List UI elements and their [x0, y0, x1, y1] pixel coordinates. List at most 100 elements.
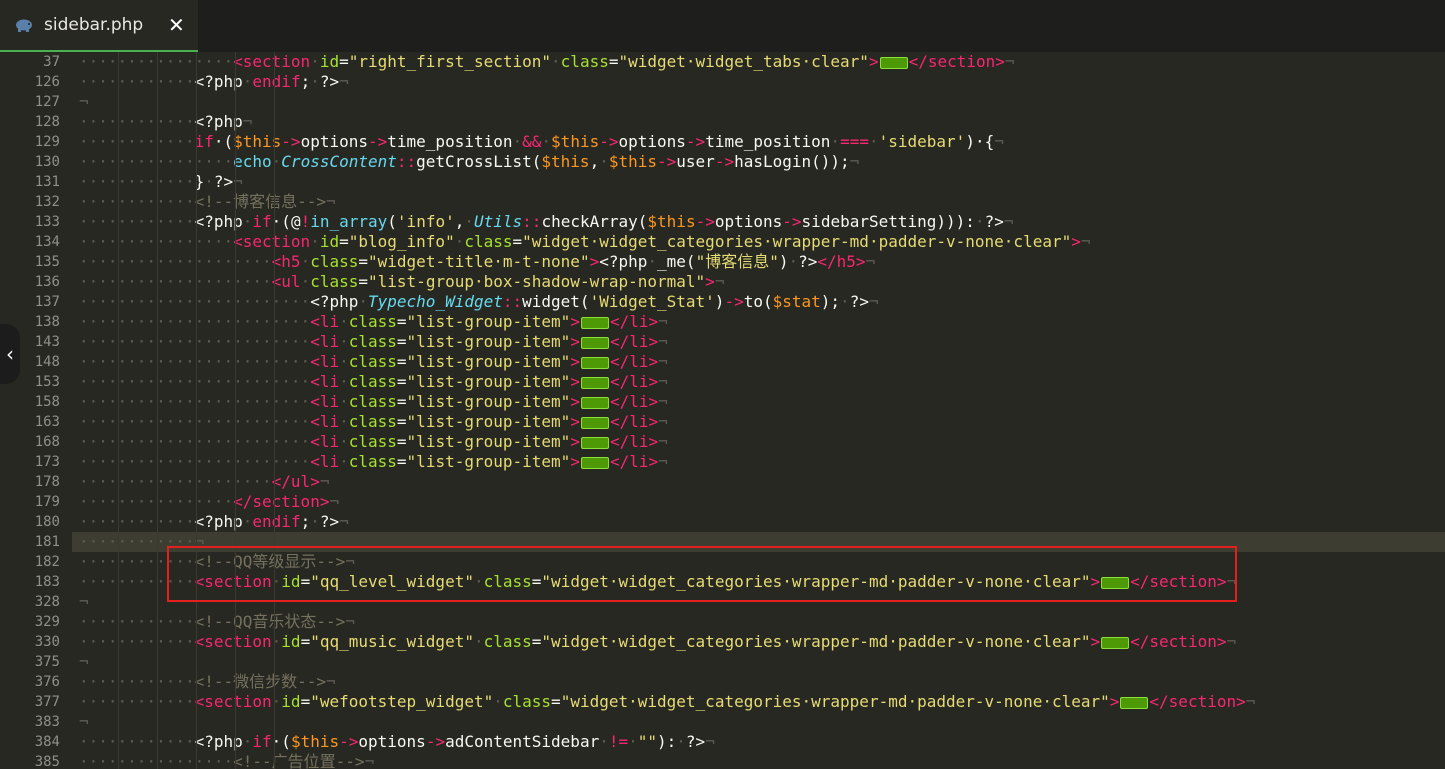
- folded-code-marker[interactable]: [580, 396, 609, 409]
- folded-code-marker[interactable]: [580, 356, 609, 369]
- code-token: endif: [252, 512, 301, 531]
- code-token: <li: [310, 392, 340, 411]
- end-of-line-marker: ¬: [865, 252, 876, 271]
- end-of-line-marker: ¬: [242, 112, 253, 131]
- code-token: ·: [464, 212, 474, 231]
- code-token: </li>: [609, 392, 659, 411]
- code-token: <section: [233, 52, 311, 71]
- code-line[interactable]: ····················</ul>¬: [79, 472, 329, 492]
- code-line[interactable]: ¬: [79, 712, 89, 732]
- folded-code-marker[interactable]: [1101, 636, 1130, 649]
- folded-code-marker[interactable]: [580, 416, 609, 429]
- code-token: =: [358, 252, 369, 271]
- code-line[interactable]: ························<li·class="list-…: [79, 352, 668, 372]
- folded-code-marker[interactable]: [580, 376, 609, 389]
- code-line[interactable]: ························<li·class="list-…: [79, 332, 668, 352]
- code-token: >: [868, 52, 879, 71]
- line-number: 173: [34, 454, 60, 470]
- code-token: =: [396, 372, 407, 391]
- end-of-line-marker: ¬: [658, 332, 668, 351]
- code-token: ·: [868, 132, 879, 151]
- code-token: class: [310, 272, 359, 291]
- code-token: ·: [512, 132, 523, 151]
- code-line[interactable]: ············<?php·if·(@!in_array('info',…: [79, 212, 1013, 232]
- code-line[interactable]: ¬: [79, 592, 89, 612]
- code-token: ·: [339, 412, 349, 431]
- indent-whitespace: ············: [79, 632, 195, 651]
- code-token: "list-group-item": [406, 332, 571, 351]
- code-token: if: [252, 212, 272, 231]
- code-line[interactable]: ················<section·id="right_first…: [79, 52, 1015, 72]
- indent-whitespace: ························: [79, 432, 311, 451]
- end-of-line-marker: ¬: [1004, 52, 1015, 71]
- sidebar-toggle[interactable]: ‹: [0, 324, 20, 384]
- line-number: 384: [34, 734, 60, 750]
- folded-code-marker[interactable]: [580, 436, 609, 449]
- code-token: ?>: [849, 292, 869, 311]
- code-token: ·: [358, 292, 368, 311]
- end-of-line-marker: ¬: [658, 392, 668, 411]
- code-line[interactable]: ························<?php·Typecho_Wi…: [79, 292, 879, 312]
- line-number: 183: [34, 574, 60, 590]
- code-token: id: [281, 632, 301, 651]
- code-line[interactable]: ························<li·class="list-…: [79, 452, 668, 472]
- code-token: ·: [647, 252, 658, 271]
- code-editor[interactable]: 37 126 127 128 129 130 131 132 133 134 135 136 137 13…: [0, 52, 1445, 769]
- tab-sidebar-php[interactable]: sidebar.php ✕: [0, 0, 198, 52]
- folded-code-marker[interactable]: [1120, 696, 1149, 709]
- line-number: 179: [34, 494, 60, 510]
- code-line[interactable]: ············<?php·endif;·?>¬: [79, 512, 349, 532]
- code-line[interactable]: ························<li·class="list-…: [79, 392, 668, 412]
- code-line[interactable]: ¬: [79, 652, 89, 672]
- code-token: =: [300, 632, 311, 651]
- code-token: "list-group-item": [406, 432, 571, 451]
- indent-guide: [274, 52, 275, 769]
- code-token: ·(@: [271, 212, 301, 231]
- code-token: </li>: [609, 432, 659, 451]
- code-token: </ul>: [271, 472, 320, 491]
- code-token: &&: [522, 132, 542, 151]
- code-line[interactable]: ························<li·class="list-…: [79, 412, 668, 432]
- end-of-line-marker: ¬: [326, 192, 336, 211]
- line-number: 133: [34, 214, 60, 230]
- highlight-annotation-box: [167, 546, 1237, 602]
- code-line[interactable]: ················<!--广告位置-->¬: [79, 752, 374, 769]
- line-number: 178: [34, 474, 60, 490]
- code-token: to(: [743, 292, 773, 311]
- code-line[interactable]: ············<!--QQ音乐状态-->¬: [79, 612, 355, 632]
- folded-code-marker[interactable]: [580, 316, 609, 329]
- code-token: ?>: [798, 252, 818, 271]
- folded-code-marker[interactable]: [580, 336, 609, 349]
- code-line[interactable]: ············<?php·if·($this->options->ad…: [79, 732, 715, 752]
- code-token: "qq_music_widget": [310, 632, 474, 651]
- code-line[interactable]: ············if·($this->options->time_pos…: [79, 132, 1004, 152]
- code-line[interactable]: ············<section·id="qq_music_widget…: [79, 632, 1236, 652]
- close-icon[interactable]: ✕: [168, 13, 185, 37]
- code-line[interactable]: ············<?php¬: [79, 112, 252, 132]
- code-line[interactable]: ¬: [79, 92, 89, 112]
- code-token: =: [339, 232, 349, 251]
- folded-code-marker[interactable]: [879, 56, 908, 69]
- code-token: ·: [339, 312, 349, 331]
- code-line[interactable]: ············<section·id="wefootstep_widg…: [79, 692, 1255, 712]
- code-line[interactable]: ················<section·id="blog_info"·…: [79, 232, 1091, 252]
- code-line[interactable]: ························<li·class="list-…: [79, 312, 668, 332]
- code-token: ?>: [984, 212, 1004, 231]
- code-line[interactable]: ····················<ul·class="list-grou…: [79, 272, 724, 292]
- code-line[interactable]: ························<li·class="list-…: [79, 432, 668, 452]
- code-line[interactable]: ························<li·class="list-…: [79, 372, 668, 392]
- indent-whitespace: ············: [79, 212, 195, 231]
- tab-bar: sidebar.php ✕: [0, 0, 1445, 52]
- code-token: ·: [310, 232, 320, 251]
- code-token: "wefootstep_widget": [310, 692, 494, 711]
- code-token: $stat: [772, 292, 821, 311]
- code-line[interactable]: ····················<h5·class="widget-ti…: [79, 252, 875, 272]
- indent-whitespace: ························: [79, 352, 311, 371]
- code-line[interactable]: ············}·?>¬: [79, 172, 243, 192]
- code-line[interactable]: ············<?php·endif;·?>¬: [79, 72, 349, 92]
- folded-code-marker[interactable]: [580, 456, 609, 469]
- code-token: ·: [300, 252, 311, 271]
- code-token: <?php: [310, 292, 359, 311]
- code-token: ===: [840, 132, 869, 151]
- line-number-gutter: 37 126 127 128 129 130 131 132 133 134 135 136 137 13…: [0, 52, 72, 769]
